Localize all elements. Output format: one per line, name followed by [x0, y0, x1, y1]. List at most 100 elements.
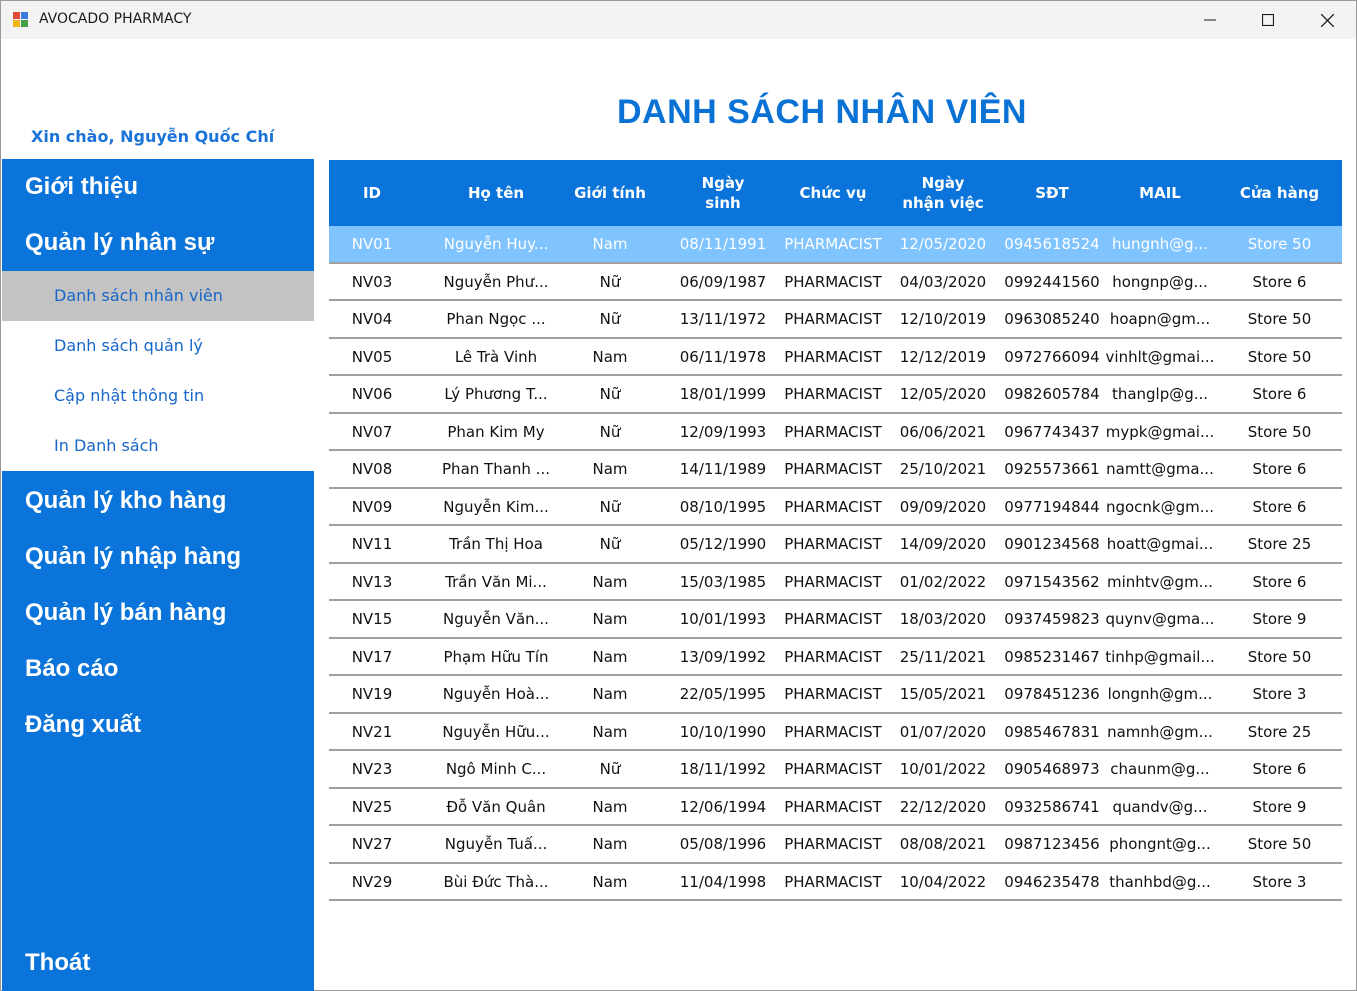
greeting-label: Xin chào, Nguyễn Quốc Chí	[31, 127, 275, 146]
table-row[interactable]: NV21 Nguyễn Hữu... Nam 10/10/1990 PHARMACIST…	[329, 713, 1342, 751]
sidebar-item-quan-ly-nhan-su[interactable]: Quản lý nhân sự	[25, 229, 214, 257]
table-cell-sdt: 0937459823	[1004, 610, 1100, 628]
table-cell-gioi-tinh: Nam	[592, 347, 628, 366]
table-row[interactable]: NV04 Phan Ngọc ... Nữ 13/11/1972 PHARMACIST 1…	[329, 301, 1342, 339]
table-cell-mail: hoatt@gmai...	[1106, 535, 1214, 553]
table-row[interactable]: NV05 Lê Trà Vinh Nam 06/11/1978 PHARMACIST 12…	[329, 338, 1342, 376]
column-header-ho-ten[interactable]: Họ tên	[441, 160, 551, 226]
table-cell-cua-hang: Store 6	[1252, 760, 1307, 778]
table-cell-sdt: 0945618524	[1004, 235, 1100, 253]
sidebar-item-quan-ly-ban-hang[interactable]: Quản lý bán hàng	[25, 599, 226, 627]
table-row[interactable]: NV06 Lý Phương T... Nữ 18/01/1999 PHARMACIST…	[329, 376, 1342, 414]
table-cell-cua-hang: Store 6	[1252, 272, 1307, 291]
table-cell-mail: longnh@gm...	[1107, 685, 1213, 703]
table-cell-ho-ten: Đỗ Văn Quân	[446, 797, 546, 816]
table-cell-chuc-vu: PHARMACIST	[784, 347, 882, 366]
table-cell-id: NV07	[351, 422, 393, 441]
table-cell-sdt: 0972766094	[1004, 347, 1100, 366]
table-row[interactable]: NV11 Trần Thị Hoa Nữ 05/12/1990 PHARMACIST 14…	[329, 526, 1342, 564]
submenu-item-in-danh-sach[interactable]: In Danh sách	[2, 421, 314, 471]
table-row[interactable]: NV19 Nguyễn Hoà... Nam 22/05/1995 PHARMACIST…	[329, 676, 1342, 714]
submenu-item-danh-sach-nhan-vien[interactable]: Danh sách nhân viên	[2, 271, 314, 321]
column-header-id[interactable]: ID	[329, 160, 415, 226]
table-row[interactable]: NV08 Phan Thanh ... Nam 14/11/1989 PHARMACIS…	[329, 451, 1342, 489]
table-cell-id: NV05	[351, 347, 393, 366]
table-cell-sdt: 0985467831	[1004, 722, 1100, 741]
table-cell-ho-ten: Nguyễn Huy...	[443, 235, 549, 253]
table-row[interactable]: NV09 Nguyễn Kim... Nữ 08/10/1995 PHARMACIST 0…	[329, 488, 1342, 526]
table-cell-chuc-vu: PHARMACIST	[784, 422, 882, 441]
title-bar[interactable]: AVOCADO PHARMACY	[1, 1, 1356, 39]
table-cell-gioi-tinh: Nam	[592, 722, 628, 741]
table-cell-cua-hang: Store 50	[1247, 422, 1312, 441]
column-header-cua-hang[interactable]: Cửa hàng	[1217, 160, 1342, 226]
table-cell-chuc-vu: PHARMACIST	[784, 722, 882, 741]
table-cell-chuc-vu: PHARMACIST	[784, 760, 882, 778]
column-header-gioi-tinh[interactable]: Giới tính	[555, 160, 665, 226]
table-row[interactable]: NV25 Đỗ Văn Quân Nam 12/06/1994 PHARMACIST 22…	[329, 788, 1342, 826]
submenu-item-cap-nhat-thong-tin[interactable]: Cập nhật thông tin	[2, 371, 314, 421]
close-button[interactable]	[1298, 1, 1356, 39]
table-cell-mail: thanglp@g...	[1111, 385, 1209, 403]
table-cell-chuc-vu: PHARMACIST	[784, 497, 882, 516]
submenu-item-danh-sach-quan-ly[interactable]: Danh sách quản lý	[2, 321, 314, 371]
column-header-chuc-vu[interactable]: Chức vụ	[781, 160, 885, 226]
sidebar-item-bao-cao[interactable]: Báo cáo	[25, 655, 118, 683]
table-cell-id: NV04	[351, 310, 393, 328]
table-cell-ho-ten: Phan Ngọc ...	[446, 310, 546, 328]
exit-button[interactable]: Thoát	[25, 949, 90, 977]
table-cell-gioi-tinh: Nam	[592, 235, 628, 253]
table-row[interactable]: NV23 Ngô Minh C... Nữ 18/11/1992 PHARMACIST 1…	[329, 751, 1342, 789]
table-row[interactable]: NV27 Nguyễn Tuấ... Nam 05/08/1996 PHARMACIST…	[329, 826, 1342, 864]
table-cell-chuc-vu: PHARMACIST	[784, 310, 882, 328]
table-cell-sdt: 0967743437	[1004, 422, 1100, 441]
table-cell-gioi-tinh: Nam	[592, 460, 628, 478]
table-row[interactable]: NV29 Bùi Đức Thà... Nam 11/04/1998 PHARMACIS…	[329, 863, 1342, 901]
table-cell-chuc-vu: PHARMACIST	[784, 572, 882, 591]
table-cell-gioi-tinh: Nữ	[599, 535, 621, 553]
sidebar-item-dang-xuat[interactable]: Đăng xuất	[25, 711, 141, 739]
table-cell-id: NV13	[351, 572, 393, 591]
table-cell-ho-ten: Nguyễn Phư...	[443, 272, 549, 291]
maximize-icon	[1262, 14, 1274, 26]
table-cell-ngay-nhan-viec: 06/06/2021	[899, 422, 987, 441]
sidebar-item-gioi-thieu[interactable]: Giới thiệu	[25, 173, 138, 201]
maximize-button[interactable]	[1239, 1, 1297, 39]
table-cell-ngay-sinh: 12/06/1994	[679, 797, 767, 816]
column-header-sdt[interactable]: SĐT	[1001, 160, 1103, 226]
table-cell-sdt: 0925573661	[1004, 460, 1100, 478]
table-row[interactable]: NV17 Phạm Hữu Tín Nam 13/09/1992 PHARMACIST 2…	[329, 638, 1342, 676]
table-cell-chuc-vu: PHARMACIST	[784, 685, 882, 703]
table-cell-ho-ten: Lý Phương T...	[444, 385, 548, 403]
table-cell-cua-hang: Store 3	[1252, 685, 1307, 703]
column-header-mail[interactable]: MAIL	[1103, 160, 1217, 226]
table-cell-ngay-sinh: 13/09/1992	[679, 647, 767, 666]
table-row[interactable]: NV13 Trần Văn Mi... Nam 15/03/1985 PHARMACIS…	[329, 563, 1342, 601]
page-title: DANH SÁCH NHÂN VIÊN	[617, 93, 1027, 131]
sidebar-item-quan-ly-nhap-hang[interactable]: Quản lý nhập hàng	[25, 543, 241, 571]
table-cell-ngay-sinh: 06/11/1978	[679, 347, 767, 366]
table-cell-chuc-vu: PHARMACIST	[784, 385, 882, 403]
sidebar-submenu: Danh sách nhân viên Danh sách quản lý Cậ…	[2, 271, 314, 471]
column-header-ngay-nhan-viec[interactable]: Ngày nhận việc	[885, 160, 1001, 226]
column-header-ngay-sinh[interactable]: Ngày sinh	[665, 160, 781, 226]
minimize-button[interactable]	[1181, 1, 1239, 39]
table-cell-mail: tinhp@gmail...	[1105, 647, 1215, 666]
table-cell-gioi-tinh: Nam	[592, 685, 628, 703]
table-cell-ngay-sinh: 05/08/1996	[679, 835, 767, 853]
table-cell-id: NV03	[351, 272, 393, 291]
table-cell-ngay-nhan-viec: 01/02/2022	[899, 572, 987, 591]
sidebar-item-quan-ly-kho-hang[interactable]: Quản lý kho hàng	[25, 487, 226, 515]
table-row[interactable]: NV07 Phan Kim My Nữ 12/09/1993 PHARMACIST 06/…	[329, 413, 1342, 451]
table-row[interactable]: NV01 Nguyễn Huy... Nam 08/11/1991 PHARMACIST…	[329, 226, 1342, 264]
app-window-icon	[13, 12, 29, 28]
table-cell-ngay-nhan-viec: 12/05/2020	[899, 235, 987, 253]
table-cell-ho-ten: Nguyễn Hoà...	[442, 685, 550, 703]
table-row[interactable]: NV15 Nguyễn Văn... Nam 10/01/1993 PHARMACIST…	[329, 601, 1342, 639]
table-cell-chuc-vu: PHARMACIST	[784, 235, 882, 253]
table-cell-ngay-nhan-viec: 10/04/2022	[899, 872, 987, 891]
table-cell-ngay-sinh: 14/11/1989	[679, 460, 767, 478]
table-row[interactable]: NV03 Nguyễn Phư... Nữ 06/09/1987 PHARMACIST 0…	[329, 263, 1342, 301]
employee-table: ID Họ tên Giới tính Ngày sinh Chức vụ Ngày nh…	[329, 160, 1342, 901]
table-cell-ho-ten: Nguyễn Văn...	[443, 610, 549, 628]
